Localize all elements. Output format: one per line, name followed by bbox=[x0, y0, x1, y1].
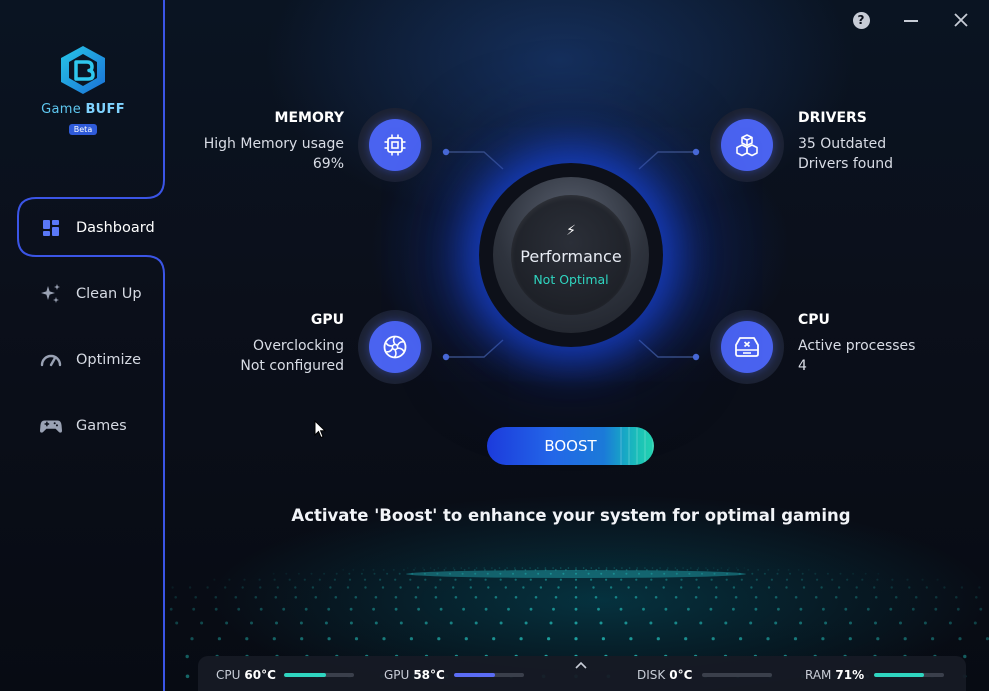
disk-temp-value: 0°C bbox=[669, 668, 693, 682]
memory-indicator bbox=[358, 108, 432, 182]
gpu-status: Overclocking Not configured bbox=[160, 336, 344, 376]
ram-usage-bar bbox=[874, 673, 944, 677]
gpu-indicator bbox=[358, 310, 432, 384]
performance-gauge: ⚡ Performance Not Optimal bbox=[479, 163, 663, 347]
cubes-icon bbox=[736, 134, 758, 157]
cpu-temp-label: CPU bbox=[216, 668, 241, 682]
bolt-icon: ⚡ bbox=[566, 223, 576, 239]
performance-title: Performance bbox=[520, 247, 622, 266]
memory-title: MEMORY bbox=[274, 110, 344, 126]
ram-usage-fill bbox=[874, 673, 924, 677]
boost-label: BOOST bbox=[544, 437, 597, 455]
process-icon bbox=[735, 337, 759, 357]
drivers-title: DRIVERS bbox=[798, 110, 867, 126]
gpu-line2: Not configured bbox=[240, 358, 344, 374]
ram-usage-stat: RAM 71% bbox=[805, 668, 864, 682]
ram-usage-value: 71% bbox=[835, 668, 865, 682]
gpu-title: GPU bbox=[310, 312, 344, 328]
drivers-line2: Drivers found bbox=[798, 156, 893, 172]
ram-usage-label: RAM bbox=[805, 668, 832, 682]
gpu-line1: Overclocking bbox=[253, 338, 344, 354]
boost-tagline: Activate 'Boost' to enhance your system … bbox=[291, 506, 851, 525]
boost-button[interactable]: BOOST bbox=[487, 427, 654, 465]
cpu-title: CPU bbox=[798, 312, 830, 328]
disk-temp-bar bbox=[702, 673, 772, 677]
memory-line2: 69% bbox=[312, 156, 344, 172]
drivers-line1: 35 Outdated bbox=[798, 136, 887, 152]
cpu-temp-fill bbox=[284, 673, 326, 677]
cpu-status: Active processes 4 bbox=[798, 336, 978, 376]
cpu-line1: Active processes bbox=[798, 338, 916, 354]
boost-stripes bbox=[614, 427, 654, 465]
disk-temp-stat: DISK 0°C bbox=[637, 668, 692, 682]
mouse-cursor-icon bbox=[314, 420, 326, 439]
chip-icon bbox=[384, 134, 406, 156]
cpu-temp-bar bbox=[284, 673, 354, 677]
memory-status: High Memory usage 69% bbox=[160, 134, 344, 174]
cpu-temp-stat: CPU 60°C bbox=[216, 668, 276, 682]
performance-status: Not Optimal bbox=[533, 272, 609, 287]
gpu-temp-fill bbox=[454, 673, 495, 677]
chevron-up-icon[interactable] bbox=[572, 659, 590, 673]
gpu-temp-label: GPU bbox=[384, 668, 410, 682]
gpu-temp-bar bbox=[454, 673, 524, 677]
drivers-status: 35 Outdated Drivers found bbox=[798, 134, 978, 174]
cpu-indicator bbox=[710, 310, 784, 384]
disk-temp-label: DISK bbox=[637, 668, 666, 682]
system-monitor-bar: CPU 60°C GPU 58°C DISK 0°C RAM 71% bbox=[198, 656, 966, 691]
cpu-line2: 4 bbox=[798, 358, 807, 374]
gpu-temp-stat: GPU 58°C bbox=[384, 668, 445, 682]
memory-line1: High Memory usage bbox=[203, 136, 344, 152]
gpu-temp-value: 58°C bbox=[413, 668, 445, 682]
fan-icon bbox=[383, 335, 407, 359]
app-window: Game BUFF Beta Dashboard Clean Up Optimi… bbox=[0, 0, 989, 691]
drivers-indicator bbox=[710, 108, 784, 182]
cpu-temp-value: 60°C bbox=[244, 668, 276, 682]
